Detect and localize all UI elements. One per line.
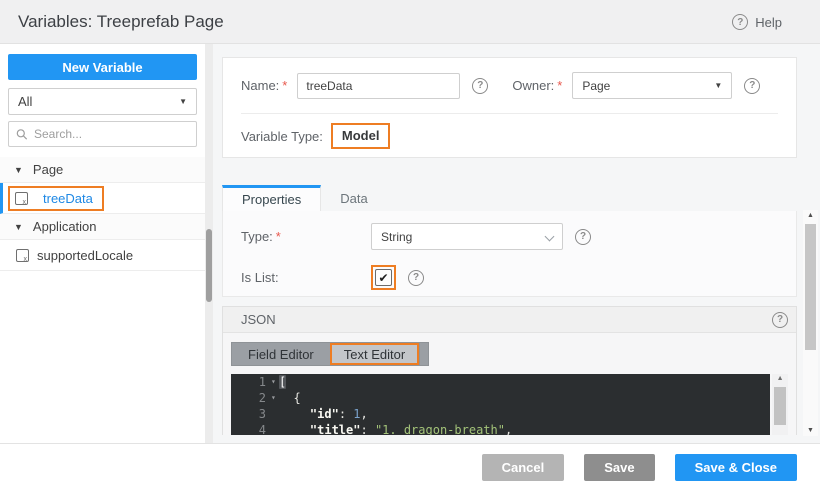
content-scrollbar[interactable]: ▲ ▼ [803,210,818,436]
collapse-caret-icon: ▼ [14,165,23,175]
name-label: Name: [241,78,279,93]
variables-sidebar: New Variable All ▼ ▼ Page treeData [0,44,205,443]
text-editor-button[interactable]: Text Editor [330,343,419,365]
variable-summary-panel: Name: * ? Owner: * Page ▼ ? Variable Typ… [222,57,797,158]
dialog-titlebar: Variables: Treeprefab Page ? Help [0,0,820,44]
name-help-icon[interactable]: ? [472,78,488,94]
is-list-label: Is List: [241,270,371,285]
dialog-footer: Cancel Save Save & Close [0,443,820,490]
code-line: 3 "id": 1, [231,406,770,422]
page-title: Variables: Treeprefab Page [18,0,224,44]
main-panel: Name: * ? Owner: * Page ▼ ? Variable Typ… [213,44,820,443]
name-input[interactable] [297,73,460,99]
scroll-up-icon[interactable]: ▲ [772,375,788,382]
tree-item-label: treeData [43,191,93,206]
variable-type-label: Variable Type: [241,129,323,144]
code-line: 4 "title": "1. dragon-breath", [231,422,770,435]
variable-icon [15,192,28,205]
json-section: JSON ? Field Editor Text Editor 1 ▾ [222,306,797,435]
variables-tree: ▼ Page treeData ▼ Application supportedL… [0,157,205,271]
toggle-end-cap [419,343,428,365]
save-close-button[interactable]: Save & Close [675,454,797,481]
json-section-header: JSON ? [223,307,796,333]
owner-select[interactable]: Page ▼ [572,72,732,99]
variable-filter-select[interactable]: All ▼ [8,88,197,115]
sidebar-scrollbar-thumb[interactable] [206,229,212,302]
code-line: 1 ▾ [ [231,374,770,390]
line-number: 1 [231,374,269,390]
tree-group-label: Application [33,219,97,234]
tab-content: Type:* String ? Is List: ✔ ? [222,211,797,435]
required-marker: * [282,78,287,93]
content-scrollbar-thumb[interactable] [805,224,816,350]
new-variable-button[interactable]: New Variable [8,54,197,80]
required-marker: * [276,229,281,244]
detail-tabs: Properties Data [222,185,387,211]
help-label: Help [755,15,782,30]
variables-dialog: Variables: Treeprefab Page ? Help New Va… [0,0,820,490]
fold-caret-icon[interactable]: ▾ [271,390,279,406]
editor-scrollbar[interactable]: ▲ [772,374,788,435]
tree-item-treedata[interactable]: treeData [0,183,205,214]
code-editor[interactable]: 1 ▾ [ 2 ▾ { 3 [231,374,770,435]
variable-icon [16,249,29,262]
search-input[interactable] [34,127,189,141]
type-value: String [381,230,412,244]
field-editor-button[interactable]: Field Editor [232,343,330,365]
variable-filter-value: All [18,94,32,109]
help-button[interactable]: ? Help [732,0,782,44]
required-marker: * [557,78,562,93]
owner-help-icon[interactable]: ? [744,78,760,94]
is-list-checkbox[interactable]: ✔ [375,269,392,286]
annotation-box: Model [331,123,391,149]
tree-item-label: supportedLocale [37,248,133,263]
name-owner-row: Name: * ? Owner: * Page ▼ ? [241,58,778,114]
owner-value: Page [582,79,610,93]
variable-type-value: Model [342,128,380,143]
code-line: 2 ▾ { [231,390,770,406]
scroll-up-icon[interactable]: ▲ [803,212,818,219]
type-row: Type:* String ? [241,223,778,250]
line-number: 4 [231,422,269,435]
type-help-icon[interactable]: ? [575,229,591,245]
json-help-icon[interactable]: ? [772,312,788,328]
scroll-down-icon[interactable]: ▼ [803,427,818,434]
is-list-row: Is List: ✔ ? [241,265,778,290]
editor-mode-toggle: Field Editor Text Editor [231,342,429,366]
tree-item-supportedlocale[interactable]: supportedLocale [0,240,205,271]
line-number: 2 [231,390,269,406]
cancel-button[interactable]: Cancel [482,454,565,481]
fold-caret-icon[interactable]: ▾ [271,374,279,390]
tree-group-page[interactable]: ▼ Page [0,157,205,183]
tree-group-label: Page [33,162,63,177]
sidebar-scrollbar[interactable] [205,44,213,443]
line-number: 3 [231,406,269,422]
tab-properties[interactable]: Properties [222,185,321,211]
owner-label: Owner: [512,78,554,93]
editor-wrap: 1 ▾ [ 2 ▾ { 3 [231,374,788,435]
annotation-box: treeData [8,186,104,211]
caret-down-icon: ▼ [179,97,187,106]
search-icon [16,128,28,141]
editor-scrollbar-thumb[interactable] [774,387,786,425]
json-section-body: Field Editor Text Editor 1 ▾ [ [223,333,796,435]
help-icon: ? [732,14,748,30]
caret-down-icon: ▼ [714,81,722,90]
tab-data[interactable]: Data [321,185,386,211]
type-select[interactable]: String [371,223,563,250]
chevron-down-icon [545,233,553,241]
variable-search [8,121,197,147]
json-section-title: JSON [241,312,276,327]
properties-form: Type:* String ? Is List: ✔ ? [222,211,797,297]
save-button[interactable]: Save [584,454,654,481]
annotation-box: ✔ [371,265,396,290]
type-label: Type:* [241,229,371,244]
collapse-caret-icon: ▼ [14,222,23,232]
is-list-help-icon[interactable]: ? [408,270,424,286]
variable-type-row: Variable Type: Model [241,114,778,158]
tree-group-application[interactable]: ▼ Application [0,214,205,240]
